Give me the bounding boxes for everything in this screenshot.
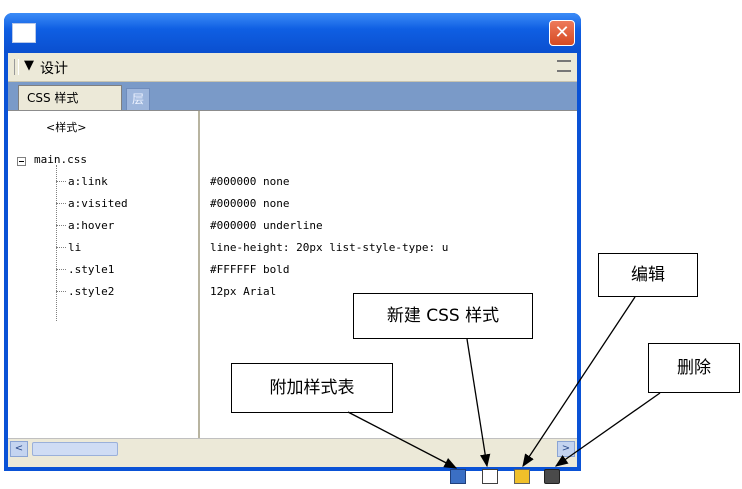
arrow-new-style [466,338,491,468]
callout-arrows [347,296,661,469]
arrow-attach [347,411,458,469]
arrow-delete [554,392,661,467]
arrow-edit [522,296,636,468]
